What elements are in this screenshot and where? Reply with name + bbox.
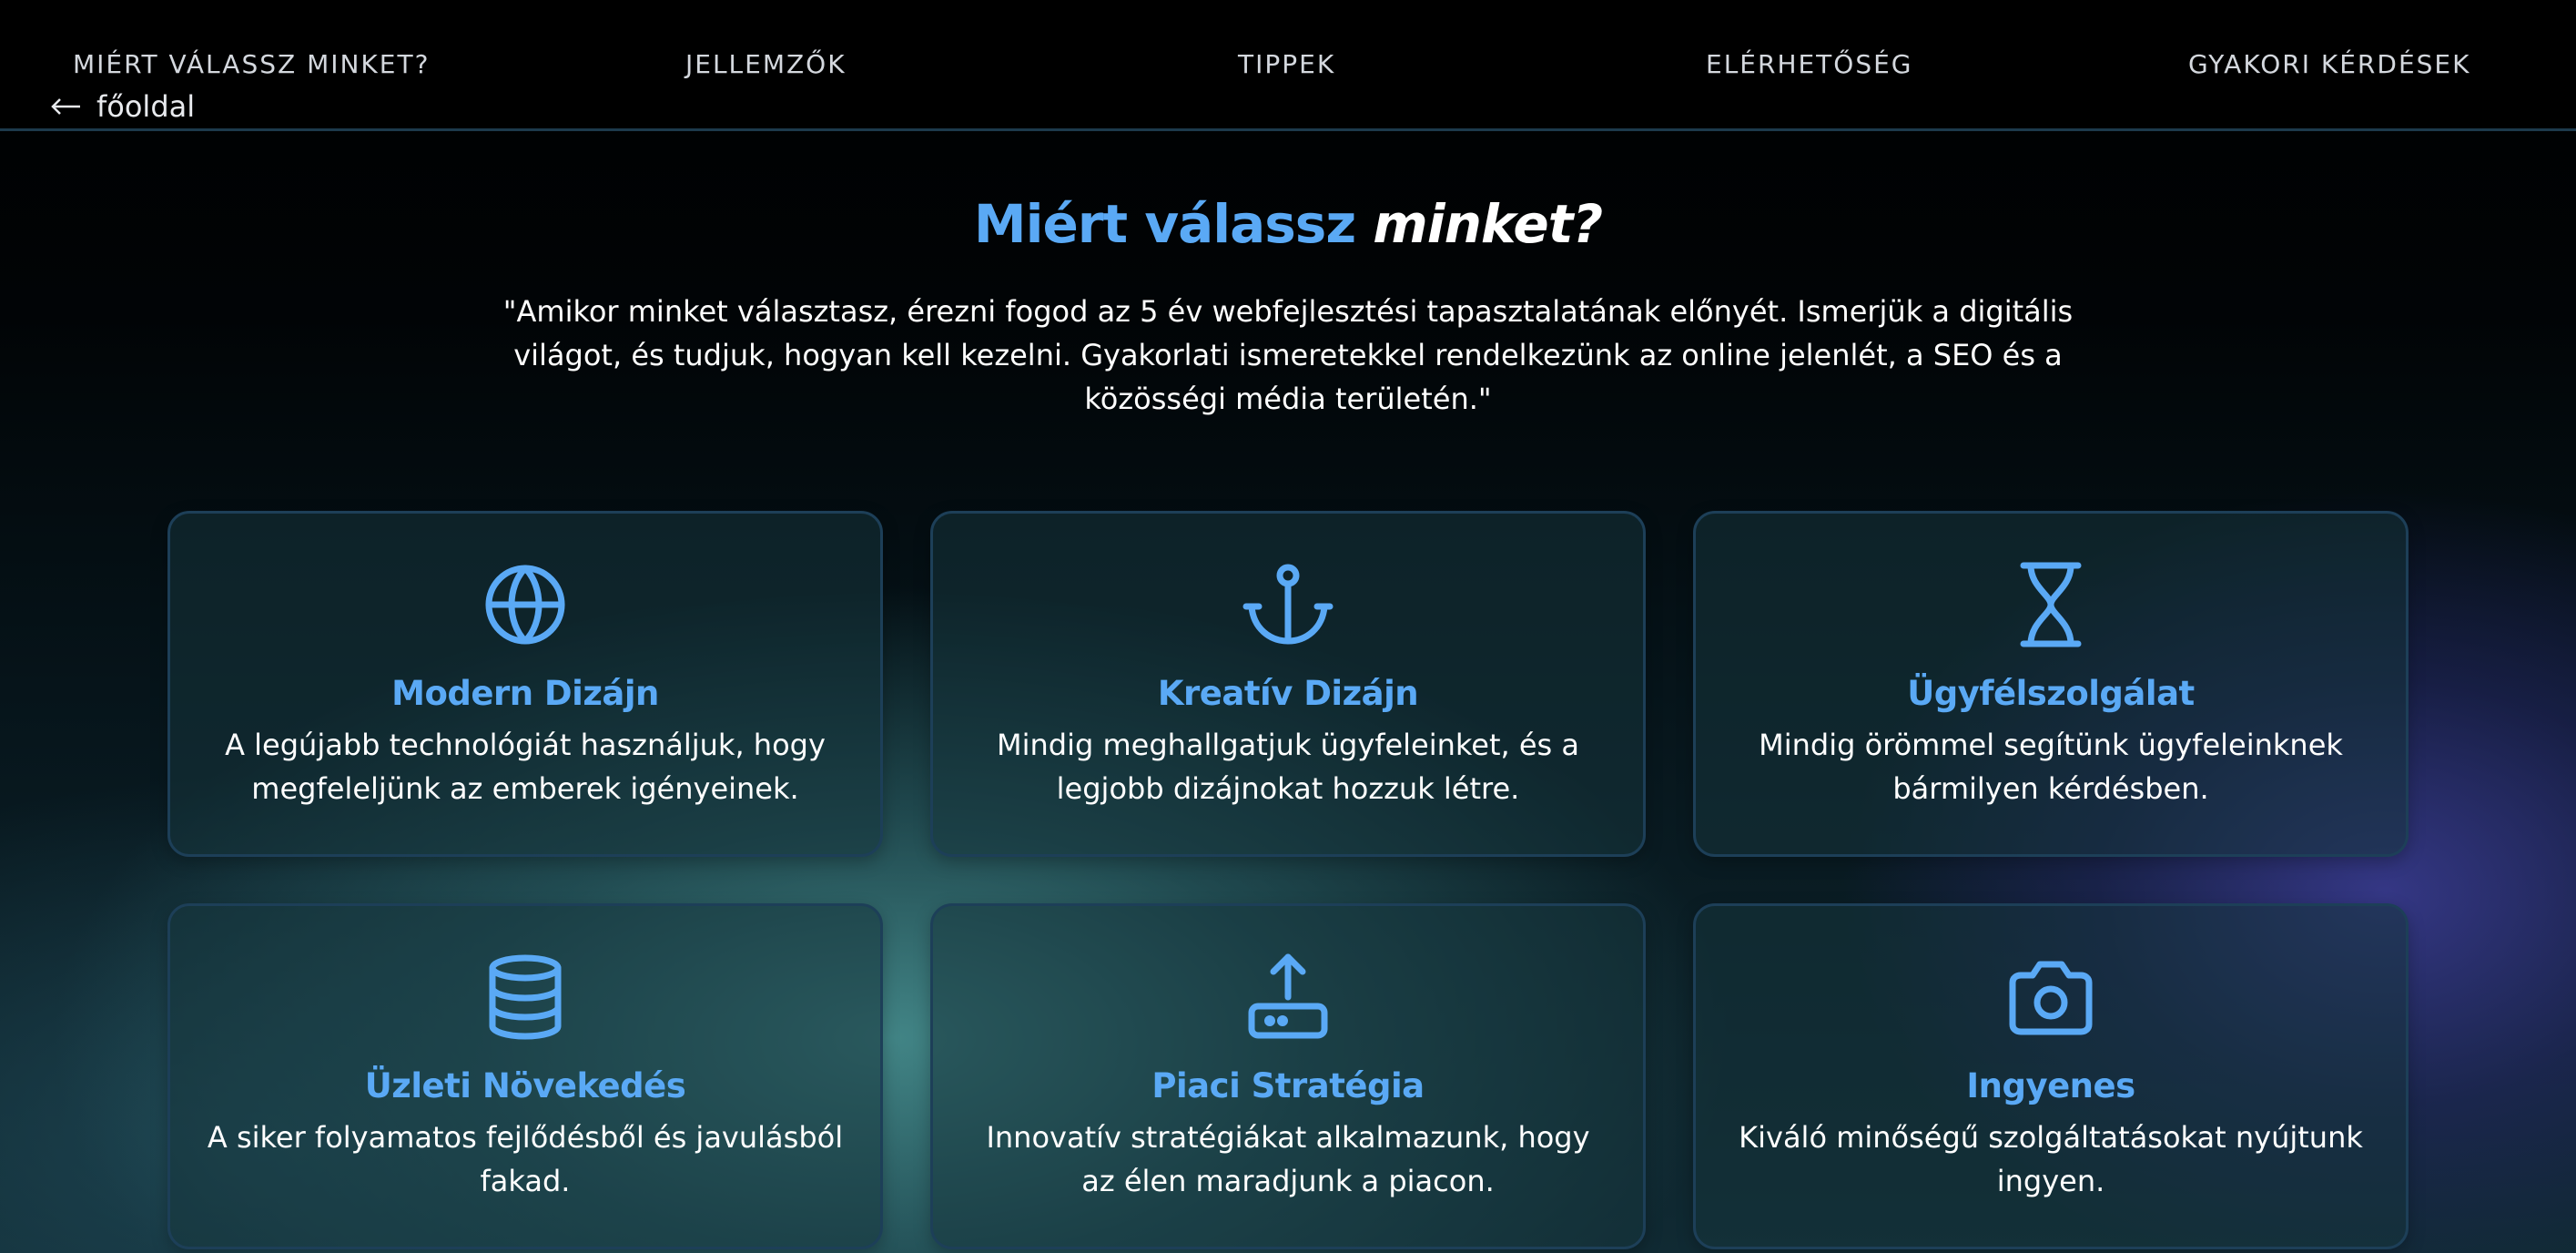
arrow-left-icon — [51, 97, 82, 116]
card-description: Innovatív stratégiákat alkalmazunk, hogy… — [986, 1120, 1590, 1198]
card-title: Piaci Stratégia — [1151, 1066, 1425, 1105]
card-description: Mindig meghallgatjuk ügyfeleinket, és a … — [997, 728, 1579, 806]
card-description: A legújabb technológiát használjuk, hogy… — [225, 728, 826, 806]
card-title: Ügyfélszolgálat — [1907, 674, 2195, 713]
feature-card-free: Ingyenes Kiváló minőségű szolgáltatásoka… — [1693, 903, 2409, 1249]
anchor-icon — [1242, 559, 1334, 650]
card-description: A siker folyamatos fejlődésből és javulá… — [207, 1120, 844, 1198]
card-title: Ingyenes — [1966, 1066, 2135, 1105]
nav-link-tips[interactable]: TIPPEK — [1238, 49, 1335, 79]
globe-icon — [480, 559, 571, 650]
hourglass-icon — [2005, 559, 2096, 650]
page-title-part2: minket? — [1373, 193, 1603, 255]
back-link-label: főoldal — [96, 89, 196, 124]
page-title-part1: Miért válassz — [973, 193, 1356, 255]
nav-link-contact[interactable]: ELÉRHETŐSÉG — [1706, 49, 1913, 79]
card-description: Mindig örömmel segítünk ügyfeleinknek bá… — [1759, 728, 2343, 806]
feature-card-business-growth: Üzleti Növekedés A siker folyamatos fejl… — [167, 903, 883, 1249]
database-icon — [480, 952, 571, 1043]
nav-link-faq[interactable]: GYAKORI KÉRDÉSEK — [2188, 49, 2470, 79]
feature-card-modern-design: Modern Dizájn A legújabb technológiát ha… — [167, 511, 883, 857]
camera-icon — [2005, 952, 2096, 1043]
nav-link-features[interactable]: JELLEMZŐK — [685, 49, 847, 79]
feature-card-market-strategy: Piaci Stratégia Innovatív stratégiákat a… — [930, 903, 1646, 1249]
router-upload-icon — [1242, 952, 1334, 1043]
intro-text: "Amikor minket választasz, érezni fogod … — [502, 294, 2074, 416]
feature-card-creative-design: Kreatív Dizájn Mindig meghallgatjuk ügyf… — [930, 511, 1646, 857]
card-title: Üzleti Növekedés — [364, 1066, 686, 1105]
feature-card-customer-service: Ügyfélszolgálat Mindig örömmel segítünk … — [1693, 511, 2409, 857]
page-title: Miért válassz minket? — [0, 193, 2576, 255]
top-navigation: MIÉRT VÁLASSZ MINKET? JELLEMZŐK TIPPEK E… — [0, 0, 2576, 131]
card-description: Kiváló minőségű szolgáltatásokat nyújtun… — [1739, 1120, 2363, 1198]
back-to-home-link[interactable]: főoldal — [51, 89, 195, 124]
nav-link-why-us[interactable]: MIÉRT VÁLASSZ MINKET? — [73, 49, 430, 79]
card-title: Modern Dizájn — [391, 674, 659, 713]
card-title: Kreatív Dizájn — [1157, 674, 1419, 713]
